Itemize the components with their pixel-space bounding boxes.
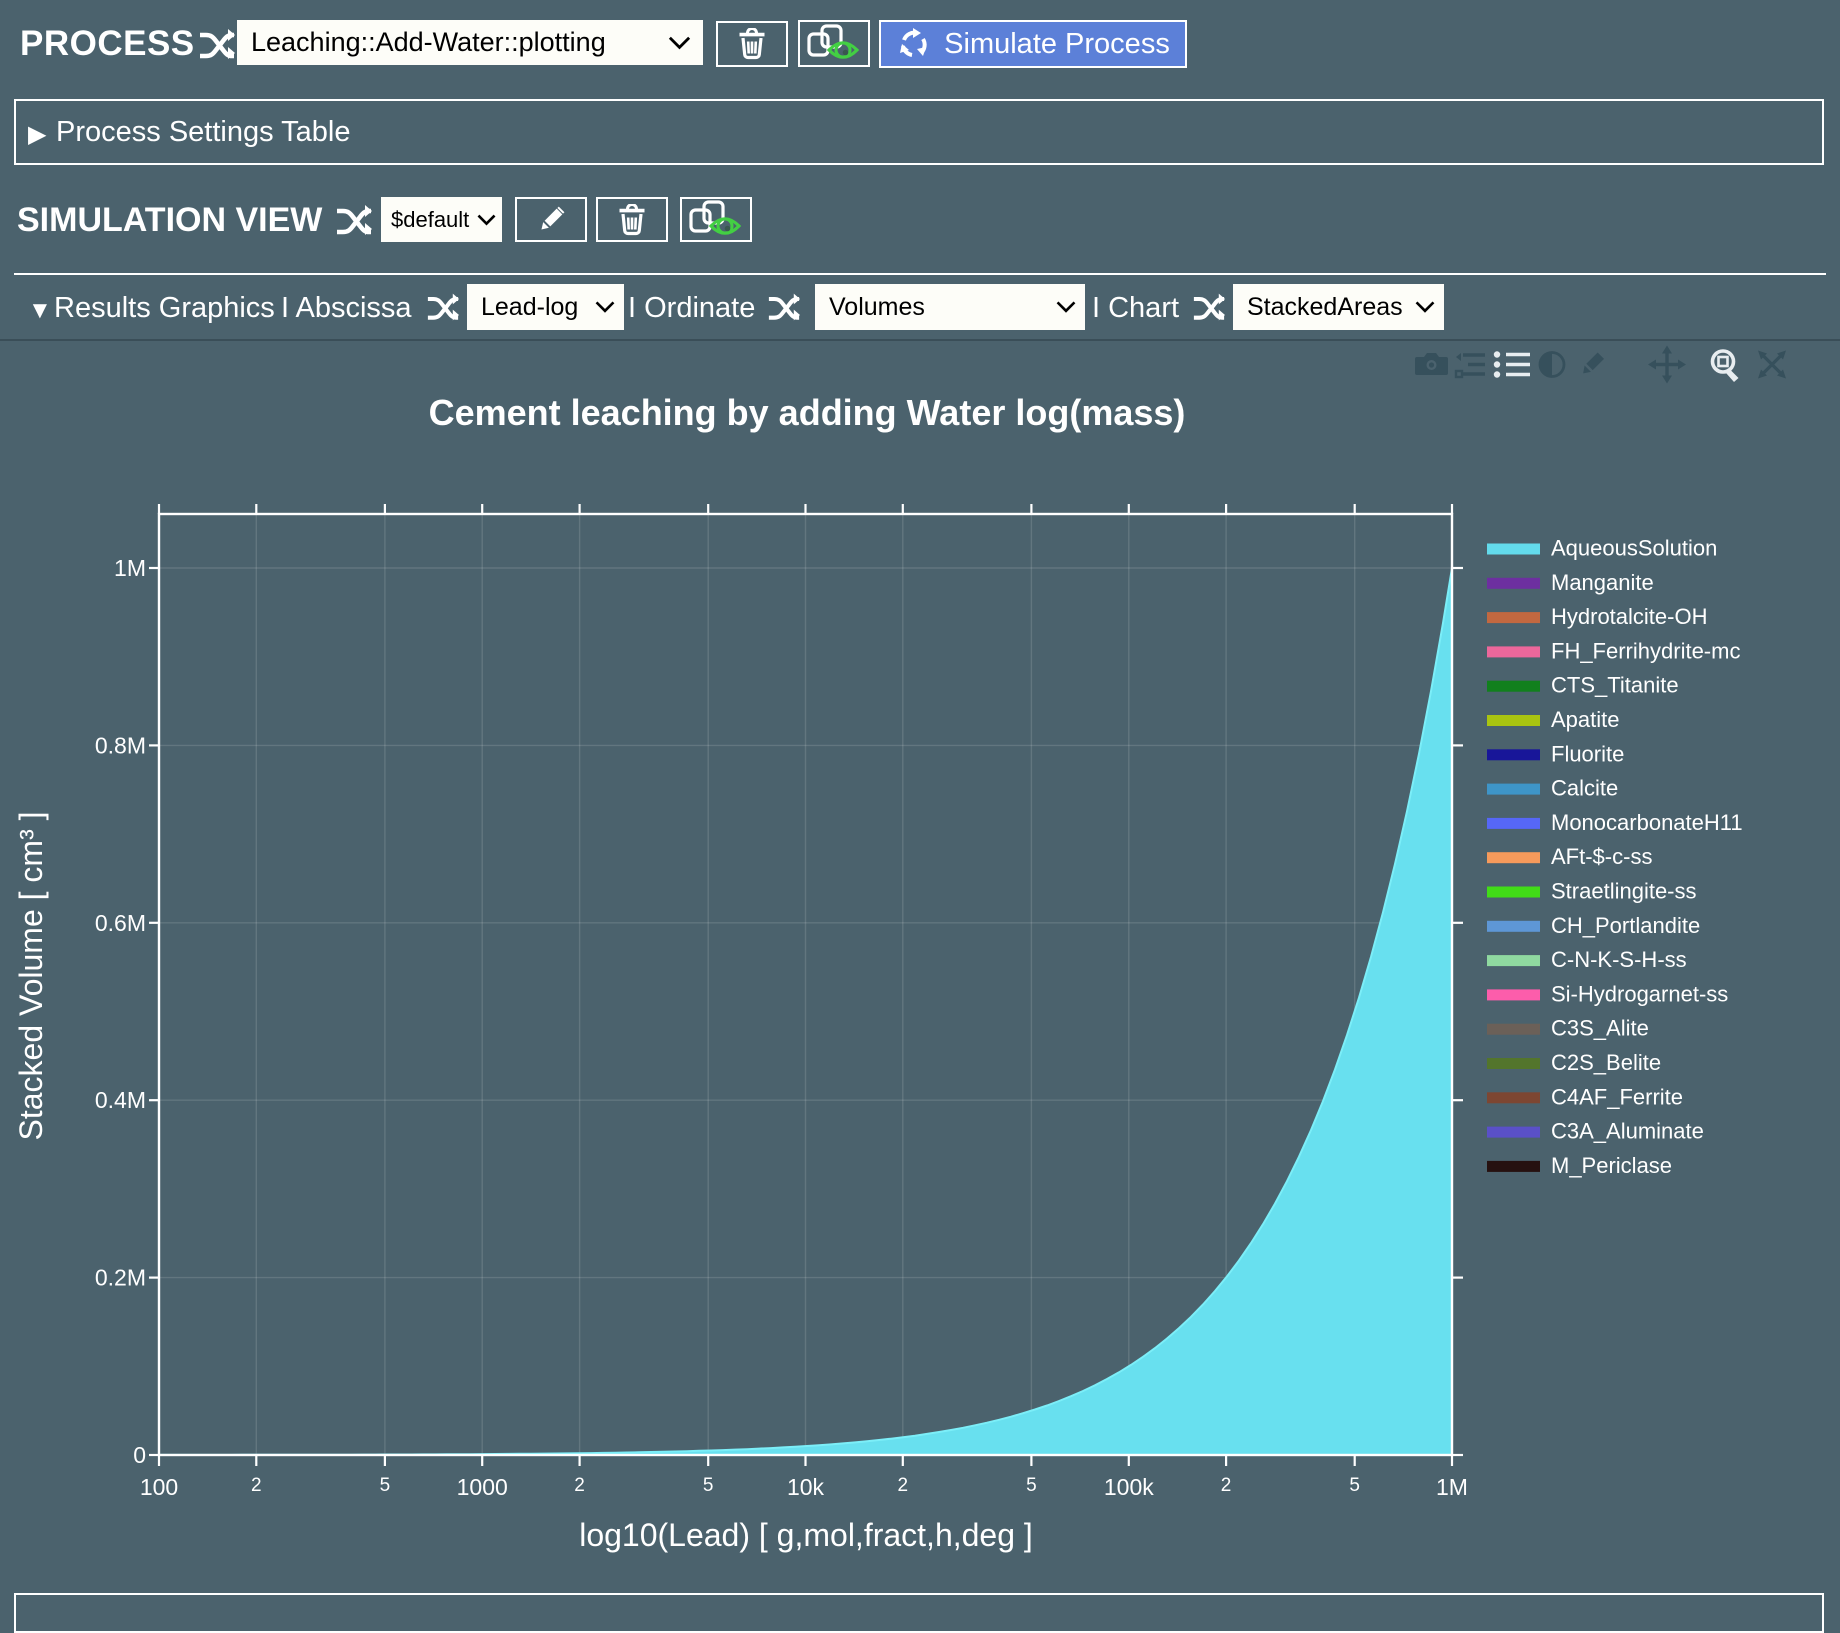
svg-text:AqueousSolution: AqueousSolution xyxy=(1551,536,1717,561)
svg-text:Fluorite: Fluorite xyxy=(1551,741,1624,766)
svg-text:CH_Portlandite: CH_Portlandite xyxy=(1551,913,1700,938)
svg-text:C2S_Belite: C2S_Belite xyxy=(1551,1050,1661,1075)
svg-text:5: 5 xyxy=(703,1475,714,1496)
svg-text:C4AF_Ferrite: C4AF_Ferrite xyxy=(1551,1084,1683,1109)
svg-text:C3S_Alite: C3S_Alite xyxy=(1551,1016,1649,1041)
svg-text:Manganite: Manganite xyxy=(1551,570,1654,595)
svg-text:100: 100 xyxy=(140,1474,178,1500)
svg-text:2: 2 xyxy=(574,1475,585,1496)
svg-text:AFt-$-c-ss: AFt-$-c-ss xyxy=(1551,844,1652,869)
svg-text:Stacked Volume [ cm³ ]: Stacked Volume [ cm³ ] xyxy=(13,811,49,1140)
svg-text:2: 2 xyxy=(898,1475,909,1496)
svg-text:0: 0 xyxy=(133,1442,146,1468)
svg-text:2: 2 xyxy=(1221,1475,1232,1496)
svg-text:100k: 100k xyxy=(1104,1474,1154,1500)
svg-text:FH_Ferrihydrite-mc: FH_Ferrihydrite-mc xyxy=(1551,638,1740,663)
svg-text:5: 5 xyxy=(380,1475,391,1496)
svg-text:5: 5 xyxy=(1349,1475,1360,1496)
svg-text:0.4M: 0.4M xyxy=(95,1087,146,1113)
svg-text:0.8M: 0.8M xyxy=(95,732,146,758)
svg-text:2: 2 xyxy=(251,1475,262,1496)
svg-text:10k: 10k xyxy=(787,1474,825,1500)
svg-text:CTS_Titanite: CTS_Titanite xyxy=(1551,673,1679,698)
svg-text:log10(Lead) [ g,mol,fract,h,de: log10(Lead) [ g,mol,fract,h,deg ] xyxy=(579,1517,1033,1553)
svg-text:1000: 1000 xyxy=(457,1474,508,1500)
svg-text:C3A_Aluminate: C3A_Aluminate xyxy=(1551,1119,1704,1144)
svg-text:Straetlingite-ss: Straetlingite-ss xyxy=(1551,879,1697,904)
svg-text:M_Periclase: M_Periclase xyxy=(1551,1153,1672,1178)
svg-text:Hydrotalcite-OH: Hydrotalcite-OH xyxy=(1551,604,1707,629)
svg-text:1M: 1M xyxy=(1436,1474,1468,1500)
svg-text:C-N-K-S-H-ss: C-N-K-S-H-ss xyxy=(1551,947,1687,972)
svg-text:MonocarbonateH11: MonocarbonateH11 xyxy=(1551,810,1743,835)
svg-text:Apatite: Apatite xyxy=(1551,707,1620,732)
svg-text:0.6M: 0.6M xyxy=(95,910,146,936)
svg-text:Si-Hydrogarnet-ss: Si-Hydrogarnet-ss xyxy=(1551,981,1728,1006)
svg-text:5: 5 xyxy=(1026,1475,1037,1496)
svg-text:0.2M: 0.2M xyxy=(95,1265,146,1291)
svg-text:1M: 1M xyxy=(114,555,146,581)
svg-text:Calcite: Calcite xyxy=(1551,776,1618,801)
